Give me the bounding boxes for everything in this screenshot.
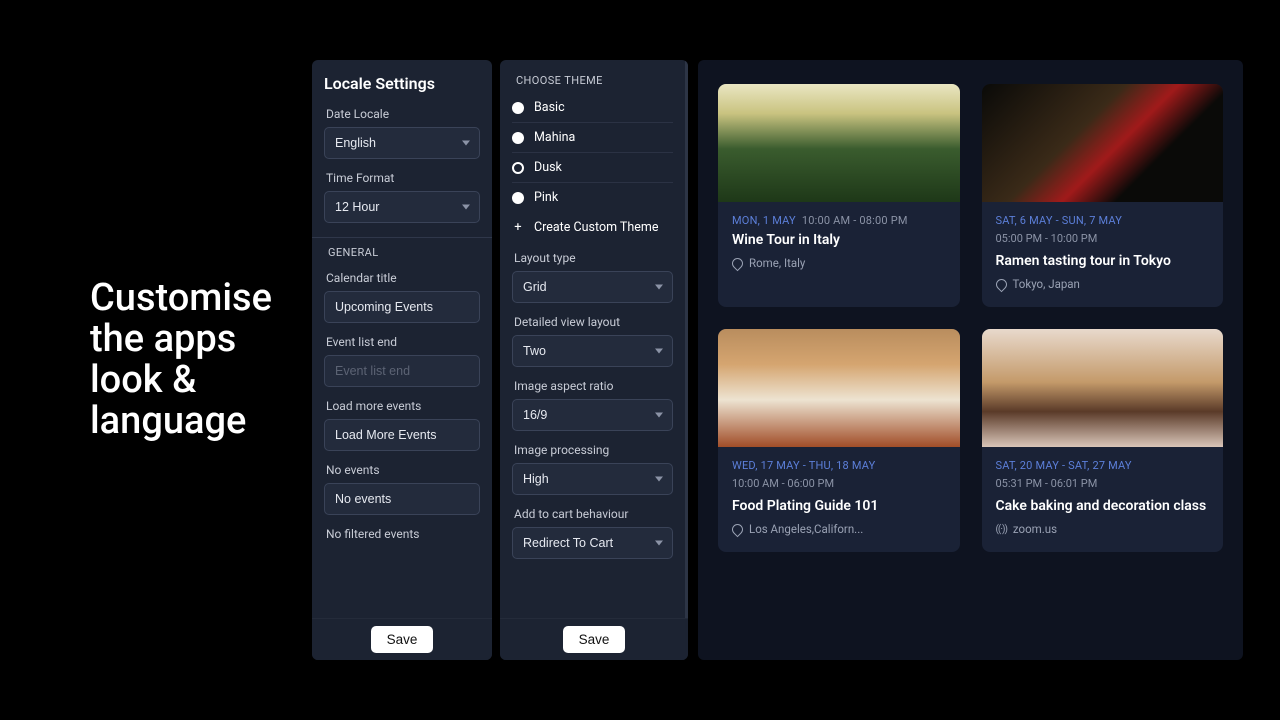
event-location: Tokyo, Japan [996, 277, 1210, 291]
event-image [982, 84, 1224, 202]
event-date: WED, 17 MAY - THU, 18 MAY [732, 459, 946, 472]
theme-option-label: Pink [534, 190, 558, 205]
load-more-input[interactable] [324, 419, 480, 451]
event-title: Food Plating Guide 101 [732, 498, 946, 514]
time-format-label: Time Format [326, 171, 480, 185]
event-date: MON, 1 MAY10:00 AM - 08:00 PM [732, 214, 946, 227]
broadcast-icon: ((·)) [996, 524, 1007, 535]
locale-settings-panel: Locale Settings Date Locale English Time… [312, 60, 492, 660]
event-card[interactable]: SAT, 20 MAY - SAT, 27 MAY 05:31 PM - 06:0… [982, 329, 1224, 552]
image-processing-select[interactable]: High [512, 463, 673, 495]
save-button[interactable]: Save [371, 626, 434, 653]
add-to-cart-label: Add to cart behaviour [514, 507, 673, 521]
radio-icon [512, 102, 524, 114]
calendar-preview: MON, 1 MAY10:00 AM - 08:00 PM Wine Tour i… [698, 60, 1243, 660]
date-locale-label: Date Locale [326, 107, 480, 121]
image-processing-label: Image processing [514, 443, 673, 457]
location-pin-icon [730, 255, 746, 271]
layout-type-select[interactable]: Grid [512, 271, 673, 303]
plus-icon: + [512, 220, 524, 235]
event-date: SAT, 6 MAY - SUN, 7 MAY [996, 214, 1210, 227]
event-image [718, 84, 960, 202]
detailed-view-label: Detailed view layout [514, 315, 673, 329]
event-location: Rome, Italy [732, 256, 946, 270]
radio-icon [512, 132, 524, 144]
event-card[interactable]: WED, 17 MAY - THU, 18 MAY 10:00 AM - 06:0… [718, 329, 960, 552]
event-card[interactable]: SAT, 6 MAY - SUN, 7 MAY 05:00 PM - 10:00 … [982, 84, 1224, 307]
event-list-end-label: Event list end [326, 335, 480, 349]
theme-option[interactable]: Dusk [512, 153, 673, 183]
calendar-title-input[interactable] [324, 291, 480, 323]
detailed-view-select[interactable]: Two [512, 335, 673, 367]
event-image [718, 329, 960, 447]
add-to-cart-select[interactable]: Redirect To Cart [512, 527, 673, 559]
location-pin-icon [730, 521, 746, 537]
theme-option-label: Mahina [534, 130, 575, 145]
save-button[interactable]: Save [563, 626, 626, 653]
locale-title: Locale Settings [324, 74, 480, 93]
theme-option[interactable]: Basic [512, 93, 673, 123]
calendar-title-label: Calendar title [326, 271, 480, 285]
page-headline: Customise the apps look & language [0, 278, 300, 442]
event-location: ((·))zoom.us [996, 522, 1210, 536]
choose-theme-title: CHOOSE THEME [516, 74, 673, 87]
event-card[interactable]: MON, 1 MAY10:00 AM - 08:00 PM Wine Tour i… [718, 84, 960, 307]
event-image [982, 329, 1224, 447]
event-time: 05:00 PM - 10:00 PM [996, 232, 1210, 245]
create-custom-label: Create Custom Theme [534, 220, 658, 235]
radio-icon [512, 192, 524, 204]
theme-option[interactable]: Mahina [512, 123, 673, 153]
general-section-title: GENERAL [328, 246, 480, 259]
event-title: Cake baking and decoration class [996, 498, 1210, 514]
event-date: SAT, 20 MAY - SAT, 27 MAY [996, 459, 1210, 472]
aspect-ratio-select[interactable]: 16/9 [512, 399, 673, 431]
theme-option-label: Basic [534, 100, 565, 115]
event-location: Los Angeles,Californ... [732, 522, 946, 536]
create-custom-theme-button[interactable]: + Create Custom Theme [512, 212, 673, 239]
event-title: Ramen tasting tour in Tokyo [996, 253, 1210, 269]
event-list-end-input[interactable] [324, 355, 480, 387]
event-time: 05:31 PM - 06:01 PM [996, 477, 1210, 490]
time-format-select[interactable]: 12 Hour [324, 191, 480, 223]
load-more-label: Load more events [326, 399, 480, 413]
event-title: Wine Tour in Italy [732, 232, 946, 248]
theme-panel: CHOOSE THEME Basic Mahina Dusk Pink + Creat… [500, 60, 688, 660]
aspect-ratio-label: Image aspect ratio [514, 379, 673, 393]
date-locale-select[interactable]: English [324, 127, 480, 159]
theme-option[interactable]: Pink [512, 183, 673, 212]
radio-icon [512, 162, 524, 174]
location-pin-icon [993, 276, 1009, 292]
event-time: 10:00 AM - 06:00 PM [732, 477, 946, 490]
no-events-label: No events [326, 463, 480, 477]
no-events-input[interactable] [324, 483, 480, 515]
theme-option-label: Dusk [534, 160, 562, 175]
layout-type-label: Layout type [514, 251, 673, 265]
no-filtered-label: No filtered events [326, 527, 480, 541]
